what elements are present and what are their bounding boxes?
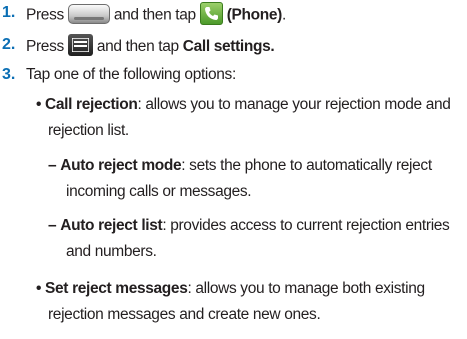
suboption-desc-cont: and numbers. [66,243,157,260]
step-text: and then tap [113,6,196,24]
phone-label: (Phone) [226,6,283,24]
phone-app-icon [199,2,223,25]
step-text: Press [26,6,64,24]
bullet: • [36,280,42,297]
step-text: . [282,6,286,24]
option-desc: : allows you to manage your rejection mo… [137,96,451,113]
dash: – [48,157,57,174]
step-text: Press [26,38,64,56]
option-title: Set reject messages [45,280,188,297]
suboption-desc: : sets the phone to automatically reject [181,157,432,174]
dash: – [48,217,57,234]
menu-key-icon [67,34,93,56]
home-key-icon [67,3,110,24]
suboption-desc: : provides access to current rejection e… [162,217,450,234]
step-text: and then tap [96,38,179,56]
step-2: Press and then tap Call settings. [26,34,275,58]
option-set-reject-messages: • Set reject messages: allows you to man… [36,280,425,298]
option-desc-cont: rejection messages and create new ones. [48,306,321,323]
bullet: • [36,96,42,113]
instruction-page: 1. Press and then tap (Phone). 2. Press … [0,0,467,339]
step-3: Tap one of the following options: [26,66,236,83]
step-1: Press and then tap (Phone). [26,2,286,27]
step-number: 3. [2,66,16,83]
option-title: Call rejection [45,96,138,113]
suboption-auto-reject-list: – Auto reject list: provides access to c… [48,217,450,235]
call-settings-label: Call settings. [182,38,275,56]
option-call-rejection: • Call rejection: allows you to manage y… [36,96,451,114]
suboption-desc-cont: incoming calls or messages. [66,183,252,200]
suboption-title: Auto reject mode [60,157,182,174]
suboption-auto-reject-mode: – Auto reject mode: sets the phone to au… [48,157,432,175]
option-desc-cont: rejection list. [48,122,129,139]
step-number: 1. [2,4,16,21]
step-number: 2. [2,36,16,53]
option-desc: : allows you to manage both existing [187,280,425,297]
suboption-title: Auto reject list [60,217,163,234]
